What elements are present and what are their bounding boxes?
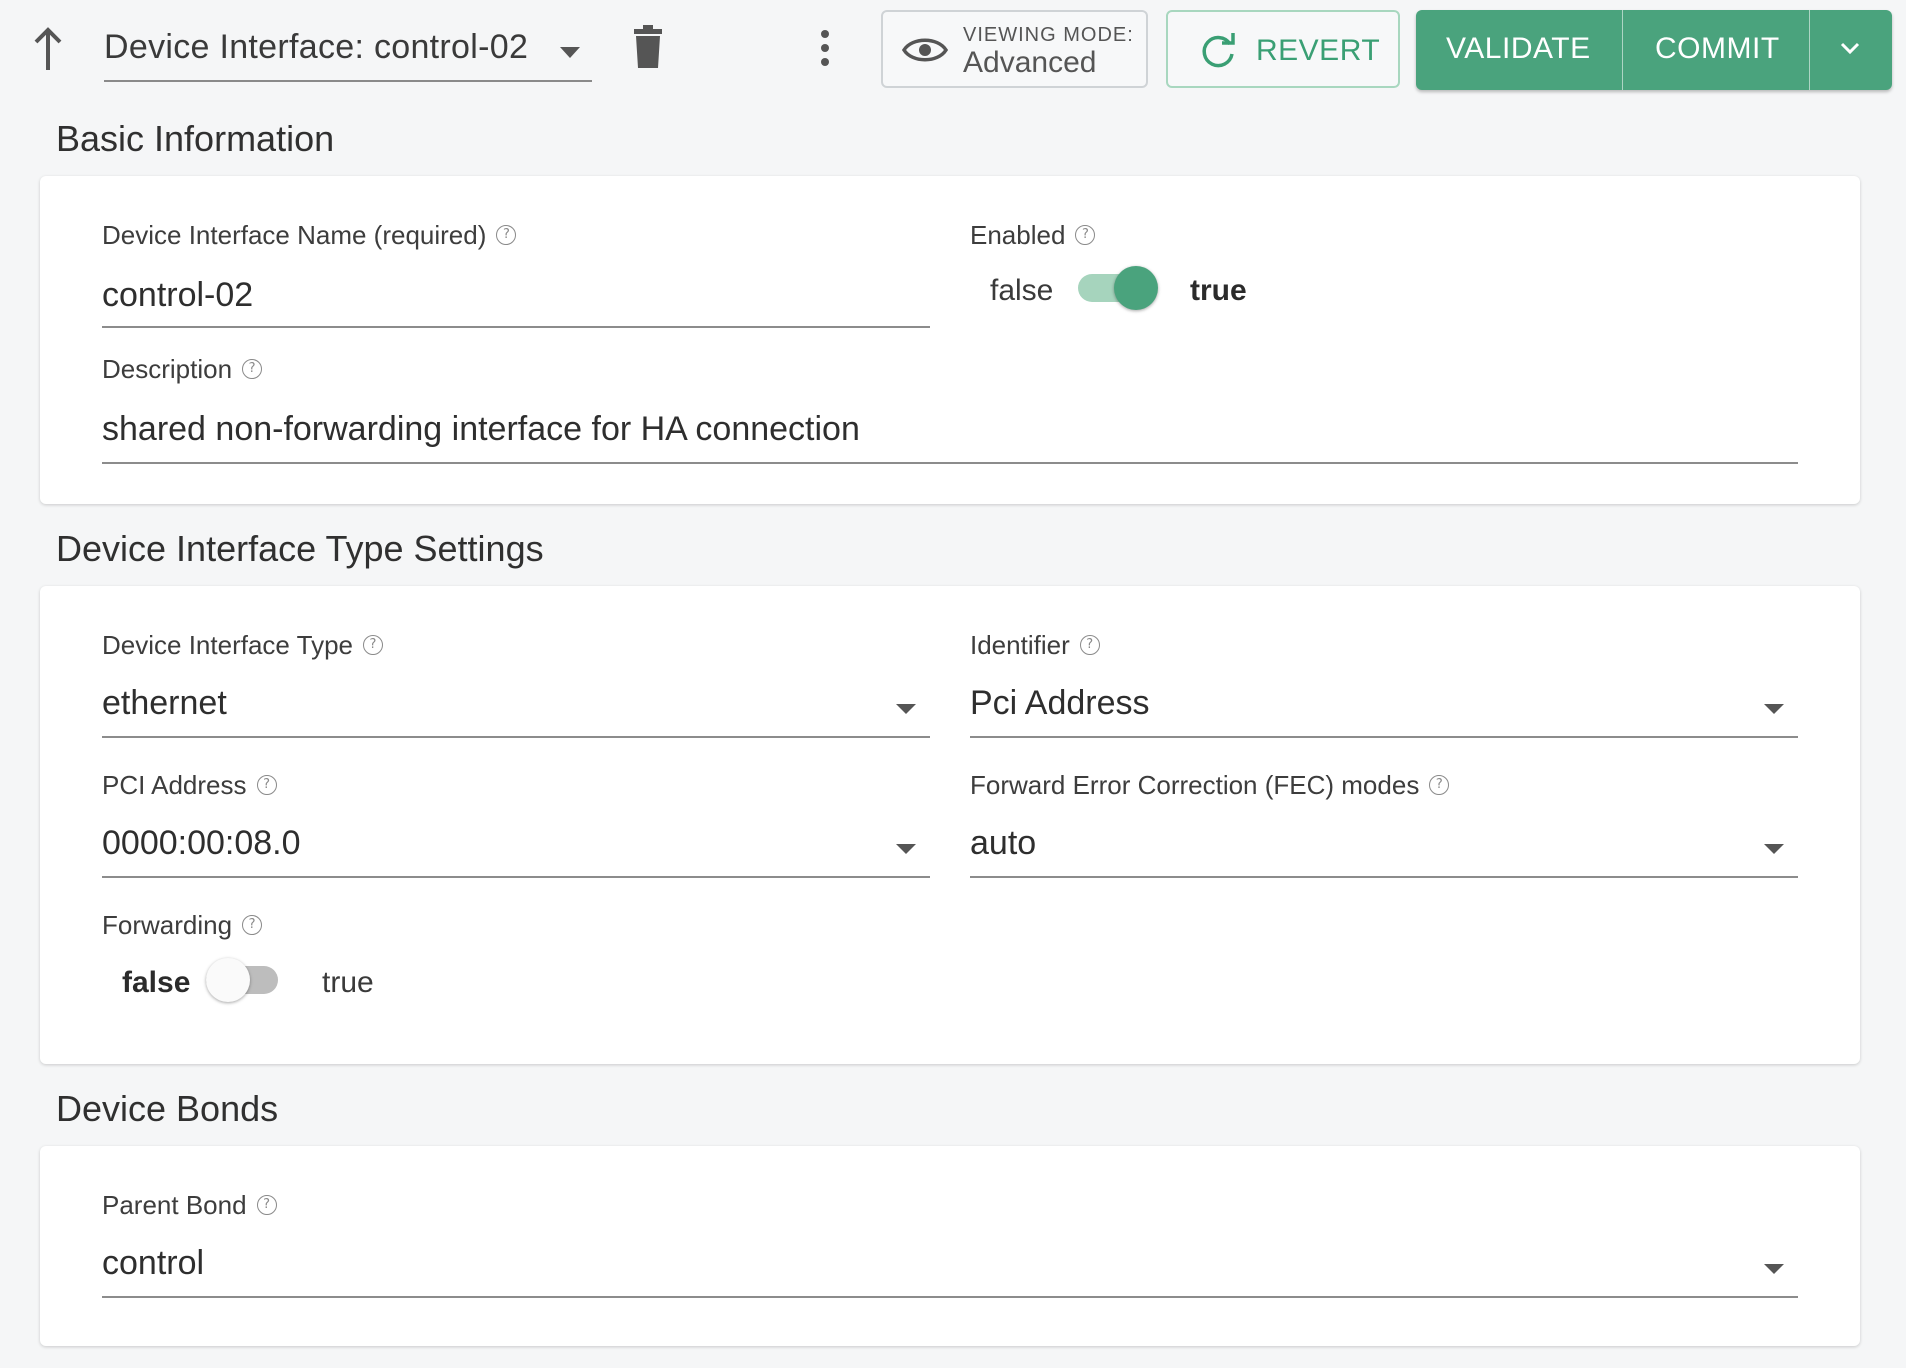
pci-address-select[interactable]: 0000:00:08.0 xyxy=(102,814,930,878)
revert-label: REVERT xyxy=(1256,34,1381,67)
select-value: Pci Address xyxy=(970,684,1150,722)
help-icon[interactable]: ? xyxy=(242,915,263,935)
device-interface-selector[interactable]: Device Interface: control-02 xyxy=(104,20,592,82)
fec-modes-select[interactable]: auto xyxy=(970,814,1798,878)
device-interface-type-select[interactable]: ethernet xyxy=(102,674,930,738)
refresh-icon xyxy=(1202,33,1235,68)
field-label-text: PCI Address xyxy=(102,770,247,800)
help-icon[interactable]: ? xyxy=(256,775,277,795)
field-label-forwarding: Forwarding? xyxy=(102,910,263,941)
commit-button[interactable]: COMMIT xyxy=(1623,10,1809,90)
caret-down-icon xyxy=(1764,704,1784,714)
help-icon[interactable]: ? xyxy=(1079,635,1100,655)
validate-label: VALIDATE xyxy=(1446,32,1591,65)
navigate-up-icon[interactable] xyxy=(28,24,68,74)
field-label-identifier: Identifier? xyxy=(970,630,1100,661)
identifier-select[interactable]: Pci Address xyxy=(970,674,1798,738)
field-label-description: Description? xyxy=(102,354,263,385)
field-label-parent-bond: Parent Bond? xyxy=(102,1190,277,1221)
field-label-text: Description xyxy=(102,354,233,384)
forwarding-switch[interactable] xyxy=(206,958,286,1002)
toggle-true-label: true xyxy=(322,966,374,999)
basic-information-card: Device Interface Name (required)? contro… xyxy=(40,176,1860,504)
field-label-fec: Forward Error Correction (FEC) modes? xyxy=(970,770,1450,801)
delete-icon[interactable] xyxy=(628,24,668,70)
select-value: auto xyxy=(970,824,1037,862)
section-title-basic: Basic Information xyxy=(56,118,335,159)
caret-down-icon xyxy=(896,844,916,854)
select-value: 0000:00:08.0 xyxy=(102,824,301,862)
validate-button[interactable]: VALIDATE xyxy=(1416,10,1622,90)
viewing-mode-label: VIEWING MODE: xyxy=(963,24,1134,46)
help-icon[interactable]: ? xyxy=(256,1195,277,1215)
toggle-true-label: true xyxy=(1190,274,1247,307)
enabled-toggle-row: false true xyxy=(990,266,1290,316)
input-value: control-02 xyxy=(102,276,254,314)
caret-down-icon xyxy=(896,704,916,714)
chevron-down-icon xyxy=(1840,42,1860,55)
type-settings-card: Device Interface Type? ethernet Identifi… xyxy=(40,586,1860,1064)
commit-label: COMMIT xyxy=(1655,32,1780,65)
field-label-text: Identifier xyxy=(970,630,1070,660)
section-title-type-settings: Device Interface Type Settings xyxy=(56,528,544,569)
commit-options-button[interactable] xyxy=(1810,10,1892,90)
viewing-mode-button[interactable]: VIEWING MODE: Advanced xyxy=(881,10,1148,88)
enabled-switch[interactable] xyxy=(1078,266,1158,310)
commit-button-group: VALIDATE COMMIT xyxy=(1416,10,1892,90)
field-label-text: Device Interface Type xyxy=(102,630,353,660)
eye-icon xyxy=(901,38,949,62)
field-label-text: Forwarding xyxy=(102,910,233,940)
select-value: control xyxy=(102,1244,205,1282)
parent-bond-select[interactable]: control xyxy=(102,1234,1798,1298)
field-label-text: Parent Bond xyxy=(102,1190,247,1220)
revert-button[interactable]: REVERT xyxy=(1166,10,1400,88)
help-icon[interactable]: ? xyxy=(1429,775,1450,795)
toggle-false-label: false xyxy=(990,274,1054,307)
switch-knob xyxy=(1114,266,1158,310)
help-icon[interactable]: ? xyxy=(496,225,517,245)
switch-knob xyxy=(206,958,250,1002)
field-label-text: Device Interface Name (required) xyxy=(102,220,487,250)
toggle-false-label: false xyxy=(122,966,191,999)
help-icon[interactable]: ? xyxy=(1075,225,1096,245)
field-label-type: Device Interface Type? xyxy=(102,630,383,661)
device-bonds-card: Parent Bond? control xyxy=(40,1146,1860,1346)
page-title: Device Interface: control-02 xyxy=(104,28,529,66)
caret-down-icon xyxy=(1764,844,1784,854)
field-label-name: Device Interface Name (required)? xyxy=(102,220,517,251)
top-toolbar: Device Interface: control-02 VIEWING MOD… xyxy=(0,0,1906,96)
field-label-enabled: Enabled? xyxy=(970,220,1096,251)
forwarding-toggle-row: false true xyxy=(122,958,422,1008)
description-input[interactable]: shared non-forwarding interface for HA c… xyxy=(102,400,1798,464)
viewing-mode-value: Advanced xyxy=(963,46,1097,79)
field-label-pci: PCI Address? xyxy=(102,770,277,801)
field-label-text: Forward Error Correction (FEC) modes xyxy=(970,770,1420,800)
section-title-bonds: Device Bonds xyxy=(56,1088,279,1129)
device-interface-name-input[interactable]: control-02 xyxy=(102,266,930,328)
input-value: shared non-forwarding interface for HA c… xyxy=(102,410,860,448)
field-label-text: Enabled xyxy=(970,220,1066,250)
select-value: ethernet xyxy=(102,684,227,722)
caret-down-icon xyxy=(1764,1264,1784,1274)
caret-down-icon xyxy=(560,47,580,58)
help-icon[interactable]: ? xyxy=(242,359,263,379)
more-options-icon[interactable] xyxy=(810,28,840,68)
help-icon[interactable]: ? xyxy=(363,635,383,655)
